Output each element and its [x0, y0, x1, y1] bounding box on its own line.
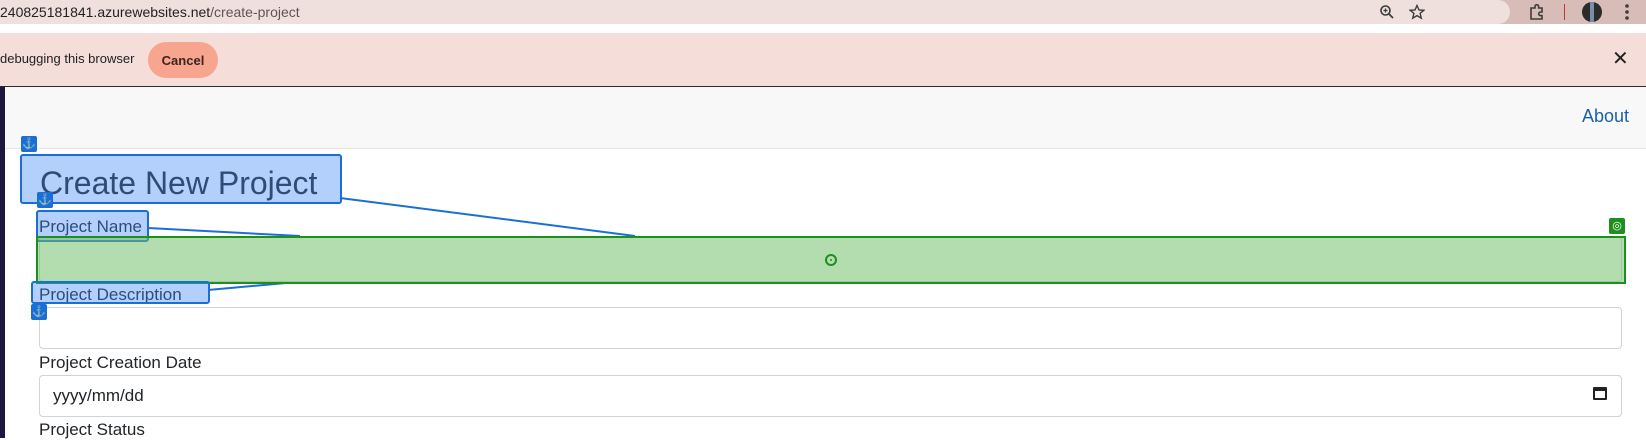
description-label-highlight-box [31, 281, 210, 304]
overlay-connector-lines [147, 197, 636, 291]
anchor-icon: ⚓ [21, 136, 37, 152]
title-highlight-box [20, 154, 342, 204]
anchor-icon: ⚓ [37, 192, 53, 208]
anchor-icon: ⚓ [31, 304, 47, 320]
target-icon: ◎ [1609, 218, 1625, 234]
crosshair-icon [825, 254, 837, 266]
